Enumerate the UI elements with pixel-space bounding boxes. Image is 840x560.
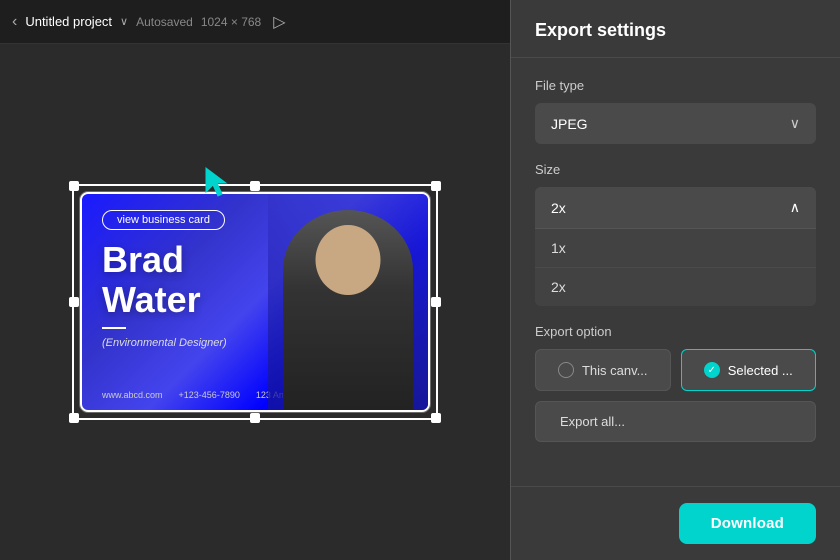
person-photo (268, 194, 428, 410)
file-type-dropdown[interactable]: JPEG ∨ (535, 103, 816, 144)
export-options-grid: This canv... ✓ Selected ... (535, 349, 816, 391)
card-wrapper: view business card Brad Water (Environme… (80, 192, 430, 412)
handle-mr[interactable] (431, 297, 441, 307)
view-business-card-btn[interactable]: view business card (102, 210, 225, 230)
play-icon[interactable]: ▷ (273, 12, 285, 32)
phone-info: +123-456-7890 (179, 390, 240, 400)
canvas-area: ‹ Untitled project ∨ Autosaved 1024 × 76… (0, 0, 510, 560)
selected-option[interactable]: ✓ Selected ... (681, 349, 817, 391)
selected-check-icon: ✓ (704, 362, 720, 378)
export-panel: Export settings File type JPEG ∨ Size 2x… (510, 0, 840, 560)
handle-tr[interactable] (431, 181, 441, 191)
file-type-label: File type (535, 78, 816, 93)
handle-tm[interactable] (250, 181, 260, 191)
file-type-chevron-icon: ∨ (790, 115, 800, 132)
handle-bl[interactable] (69, 413, 79, 423)
website-info: www.abcd.com (102, 390, 163, 400)
this-canvas-option[interactable]: This canv... (535, 349, 671, 391)
handle-tl[interactable] (69, 181, 79, 191)
size-option-2x[interactable]: 2x (535, 268, 816, 306)
size-dropdown-header[interactable]: 2x ∧ (535, 187, 816, 228)
panel-title: Export settings (535, 20, 816, 41)
autosaved-label: Autosaved (136, 15, 193, 29)
size-dropdown[interactable]: 2x ∧ 1x 2x (535, 187, 816, 306)
selected-label: Selected ... (728, 363, 793, 378)
size-label: Size (535, 162, 816, 177)
resolution-label: 1024 × 768 (201, 15, 261, 29)
panel-content: File type JPEG ∨ Size 2x ∧ 1x 2x Export … (511, 58, 840, 486)
business-card[interactable]: view business card Brad Water (Environme… (80, 192, 430, 412)
handle-bm[interactable] (250, 413, 260, 423)
this-canvas-label: This canv... (582, 363, 648, 378)
file-type-value: JPEG (551, 116, 588, 132)
top-bar: ‹ Untitled project ∨ Autosaved 1024 × 76… (0, 0, 510, 44)
person-silhouette (283, 210, 413, 410)
back-chevron[interactable]: ‹ (12, 13, 17, 31)
download-button[interactable]: Download (679, 503, 816, 544)
export-option-label: Export option (535, 324, 816, 339)
size-option-1x[interactable]: 1x (535, 229, 816, 268)
project-title[interactable]: Untitled project (25, 14, 112, 29)
person-head (316, 225, 381, 295)
name-divider (102, 327, 126, 329)
export-option-section: Export option This canv... ✓ Selected ..… (535, 324, 816, 442)
panel-header: Export settings (511, 0, 840, 58)
project-dropdown-icon[interactable]: ∨ (120, 15, 128, 28)
panel-footer: Download (511, 486, 840, 560)
canvas-workspace: view business card Brad Water (Environme… (0, 44, 510, 560)
size-chevron-icon: ∧ (790, 199, 800, 216)
export-all-label: Export all... (560, 414, 625, 429)
nav-controls[interactable]: ‹ (12, 13, 17, 31)
handle-br[interactable] (431, 413, 441, 423)
export-all-option[interactable]: Export all... (535, 401, 816, 442)
this-canvas-circle (558, 362, 574, 378)
size-value: 2x (551, 200, 566, 216)
handle-ml[interactable] (69, 297, 79, 307)
size-options-list: 1x 2x (535, 228, 816, 306)
